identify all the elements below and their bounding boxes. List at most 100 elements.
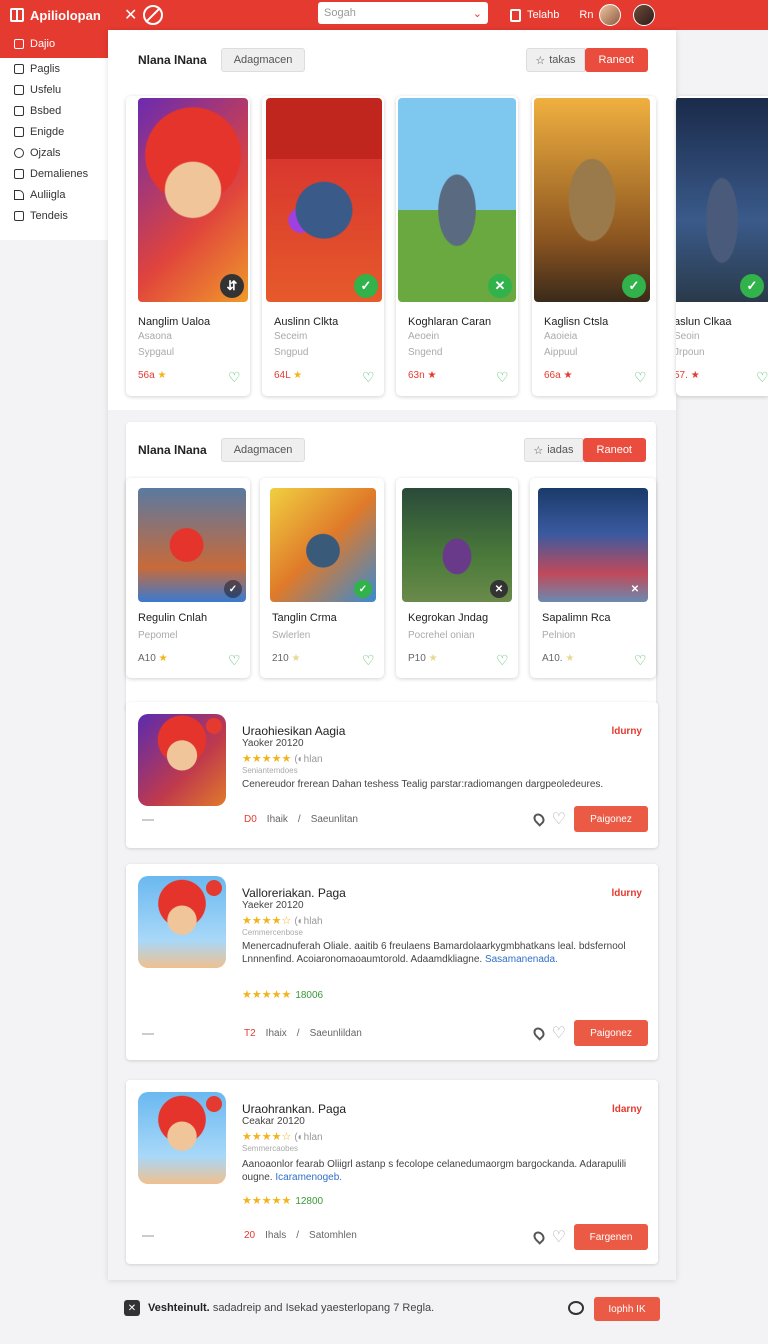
pay-button[interactable]: Paigonez <box>574 1020 648 1046</box>
item-subtitle: Ceakar 20120 <box>242 1116 305 1127</box>
game-title: Auslinn Clkta <box>274 316 339 328</box>
heart-icon[interactable]: ♡ <box>362 653 376 667</box>
sort-icon[interactable]: ⇵ <box>220 274 244 298</box>
close-icon[interactable]: ✕ <box>490 580 508 598</box>
game-card[interactable]: ✓ aslun Clkaa Seoin Jrpoun 57. ★ ♡ <box>676 96 768 396</box>
bookmark-icon[interactable] <box>510 8 521 22</box>
game-title: aslun Clkaa <box>676 316 732 328</box>
game-card[interactable]: ✓ Regulin Cnlah Pepomel A10 ★ ♡ <box>126 478 250 678</box>
check-icon[interactable]: ✓ <box>354 580 372 598</box>
section-header: Nlana lNana Adagmacen ☆ iadas Raneot <box>138 434 646 466</box>
list-item[interactable]: Uraohrankan. Paga Ceakar 20120 ★★★★☆ (◐hl… <box>126 1080 658 1264</box>
star-icon: ★ <box>157 370 167 381</box>
sidebar-item-4[interactable]: Enigde <box>0 121 108 142</box>
check-icon[interactable]: ✓ <box>224 580 242 598</box>
sidebar-item-label: Ojzals <box>30 146 61 159</box>
game-card[interactable]: ✕ Koghlaran Caran Aeoein Sngend 63n ★ ♡ <box>396 96 518 396</box>
item-author[interactable]: Satomhlen <box>309 1230 357 1241</box>
item-description: Cenereudor frerean Dahan teshess Tealig … <box>242 779 604 790</box>
user-label[interactable]: Telahb <box>527 9 559 21</box>
game-title: Koghlaran Caran <box>408 316 492 328</box>
favorites-button[interactable]: ☆ takas <box>526 48 585 72</box>
sidebar-item-8[interactable]: Tendeis <box>0 205 108 226</box>
heart-icon[interactable]: ♡ <box>552 1023 566 1043</box>
game-card[interactable]: ✓ Kaglisn Ctsla Aaoieia Aippuul 66a ★ ♡ <box>532 96 656 396</box>
filter-button[interactable]: Adagmacen <box>220 48 306 72</box>
game-subtitle: Swlerlen <box>272 630 311 641</box>
game-title: Tanglin Crma <box>272 612 337 624</box>
sidebar-item-1[interactable]: Paglis <box>0 58 108 79</box>
item-title[interactable]: Uraohiesikan Aagia <box>242 724 345 738</box>
sidebar-item-7[interactable]: Auliigla <box>0 184 108 205</box>
game-title: Kaglisn Ctsla <box>544 316 609 328</box>
item-title[interactable]: Valloreriakan. Paga <box>242 886 346 900</box>
footer-button[interactable]: Iophh IK <box>594 1297 660 1321</box>
list-item[interactable]: Uraohiesikan Aagia Yaoker 20120 ★★★★★ (◐h… <box>126 702 658 848</box>
heart-icon[interactable]: ♡ <box>634 653 648 667</box>
item-count-unit: Ihals <box>265 1230 287 1241</box>
sidebar-item-0[interactable]: Dajio <box>0 30 108 58</box>
favorites-button[interactable]: ☆ iadas <box>524 438 583 462</box>
pay-button[interactable]: Fargenen <box>574 1224 648 1250</box>
item-link[interactable]: Icaramenogeb. <box>275 1172 342 1183</box>
item-author[interactable]: Saeunlitan <box>311 814 358 825</box>
filter-button[interactable]: Adagmacen <box>220 438 306 462</box>
avatar[interactable] <box>599 4 622 26</box>
block-icon[interactable] <box>143 5 164 25</box>
heart-icon[interactable]: ♡ <box>634 370 648 384</box>
game-card[interactable]: ✓ Tanglin Crma Swlerlen 210 ★ ♡ <box>260 478 384 678</box>
stars-text: (◐hlah <box>294 916 323 927</box>
action-button[interactable]: Raneot <box>582 438 646 462</box>
check-icon[interactable]: ✓ <box>740 274 764 298</box>
action-button[interactable]: Raneot <box>584 48 648 72</box>
location-icon[interactable] <box>530 811 547 827</box>
pay-button[interactable]: Paigonez <box>574 806 648 832</box>
item-link[interactable]: Sasamanenada. <box>485 954 558 965</box>
rating-value: A10. <box>542 653 563 664</box>
close-icon[interactable]: ✕ <box>124 5 137 25</box>
item-count: D0 <box>244 814 257 825</box>
rating-stars: ★★★★★ <box>242 989 292 1001</box>
check-icon[interactable]: ✓ <box>622 274 646 298</box>
close-icon[interactable]: ✕ <box>626 580 644 598</box>
game-card[interactable]: ✓ Auslinn Clkta Seceim Sngpud 64L ★ ♡ <box>262 96 384 396</box>
heart-icon[interactable]: ♡ <box>228 653 242 667</box>
rating-value: 66a <box>544 370 561 381</box>
game-subtitle: Asaona <box>138 331 172 342</box>
sidebar-item-label: Tendeis <box>30 209 68 222</box>
chevron-down-icon[interactable]: ⌄ <box>473 7 482 20</box>
location-icon[interactable] <box>530 1229 547 1245</box>
star-icon: ★ <box>690 370 700 381</box>
item-author[interactable]: Saeunlildan <box>310 1028 362 1039</box>
drag-handle[interactable] <box>142 818 154 821</box>
list-item[interactable]: Valloreriakan. Paga Yaeker 20120 ★★★★☆ (◐… <box>126 864 658 1060</box>
sidebar-item-3[interactable]: Bsbed <box>0 100 108 121</box>
game-card[interactable]: ✕ Kegrokan Jndag Pocrehel onian P10 ★ ♡ <box>396 478 518 678</box>
rating-stars: ★★★★★ <box>242 1195 292 1207</box>
game-subtitle-2: Sngpud <box>274 347 309 358</box>
drag-handle[interactable] <box>142 1234 154 1237</box>
check-icon[interactable]: ✓ <box>354 274 378 298</box>
heart-icon[interactable]: ♡ <box>552 809 566 829</box>
heart-icon[interactable]: ♡ <box>756 370 768 384</box>
heart-icon[interactable]: ♡ <box>362 370 376 384</box>
close-icon[interactable]: ✕ <box>488 274 512 298</box>
camera-icon[interactable] <box>568 1301 584 1315</box>
heart-icon[interactable]: ♡ <box>228 370 242 384</box>
sidebar-item-6[interactable]: Demalienes <box>0 163 108 184</box>
footer-text: Veshteinult. sadadreip and Isekad yaeste… <box>148 1302 434 1314</box>
brand[interactable]: Apiliolopan <box>0 8 120 23</box>
heart-icon[interactable]: ♡ <box>496 653 510 667</box>
game-card[interactable]: ✕ Sapalimn Rca Pelnion A10. ★ ♡ <box>530 478 656 678</box>
heart-icon[interactable]: ♡ <box>496 370 510 384</box>
game-card[interactable]: ⇵ Nanglim Ualoa Asaona Sypgaul 56a ★ ♡ <box>126 96 250 396</box>
item-title[interactable]: Uraohrankan. Paga <box>242 1102 346 1116</box>
search-input[interactable]: Sogah ⌄ <box>318 2 488 24</box>
location-icon[interactable] <box>530 1025 547 1041</box>
sidebar-item-2[interactable]: Usfelu <box>0 79 108 100</box>
heart-icon[interactable]: ♡ <box>552 1227 566 1247</box>
sidebar-item-5[interactable]: Ojzals <box>0 142 108 163</box>
drag-handle[interactable] <box>142 1032 154 1035</box>
rating-value: P10 <box>408 653 426 664</box>
avatar-secondary[interactable] <box>633 4 656 26</box>
